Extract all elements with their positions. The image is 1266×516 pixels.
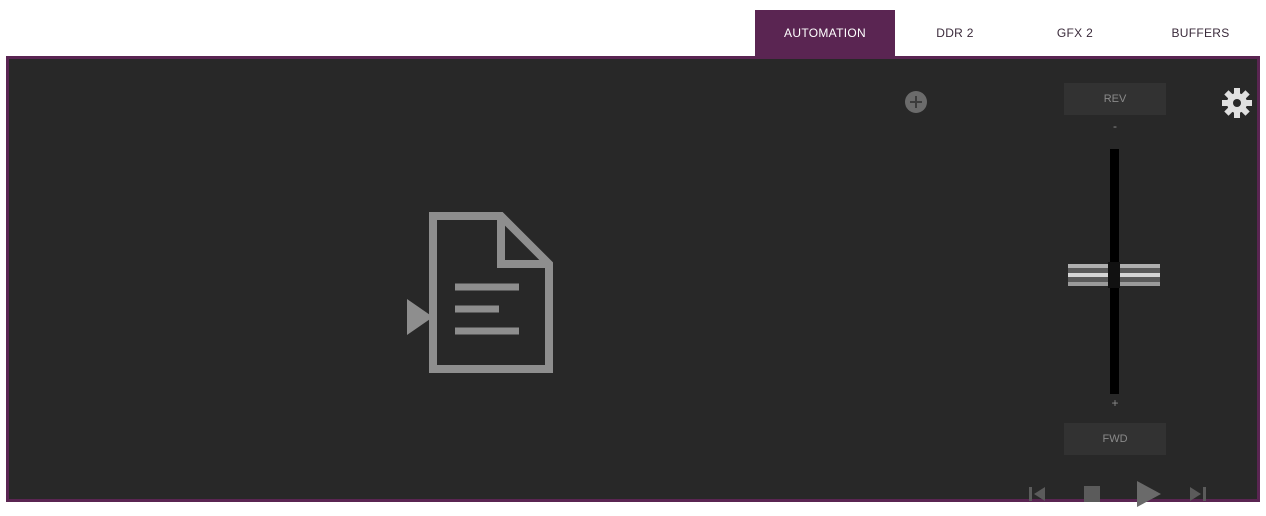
plus-circle-icon[interactable] [905, 91, 927, 113]
tab-gfx-2[interactable]: GFX 2 [1015, 10, 1135, 56]
skip-back-icon[interactable] [1025, 481, 1051, 507]
tab-automation[interactable]: AUTOMATION [755, 10, 895, 56]
stop-icon[interactable] [1079, 481, 1105, 507]
tab-buffers[interactable]: BUFFERS [1135, 10, 1266, 56]
skip-forward-icon[interactable] [1184, 481, 1210, 507]
gear-icon[interactable] [1219, 85, 1255, 121]
rev-button[interactable]: REV [1064, 83, 1166, 115]
automation-panel: REV - + FWD [6, 56, 1260, 507]
speed-slider-thumb[interactable] [1064, 256, 1164, 294]
tab-ddr-2[interactable]: DDR 2 [895, 10, 1015, 56]
play-icon[interactable] [1131, 481, 1163, 507]
fwd-button[interactable]: FWD [1064, 423, 1166, 455]
play-document-icon [389, 209, 559, 379]
plus-label: + [1111, 396, 1119, 410]
minus-label: - [1113, 119, 1117, 133]
tab-bar: AUTOMATION DDR 2 GFX 2 BUFFERS [755, 10, 1266, 56]
